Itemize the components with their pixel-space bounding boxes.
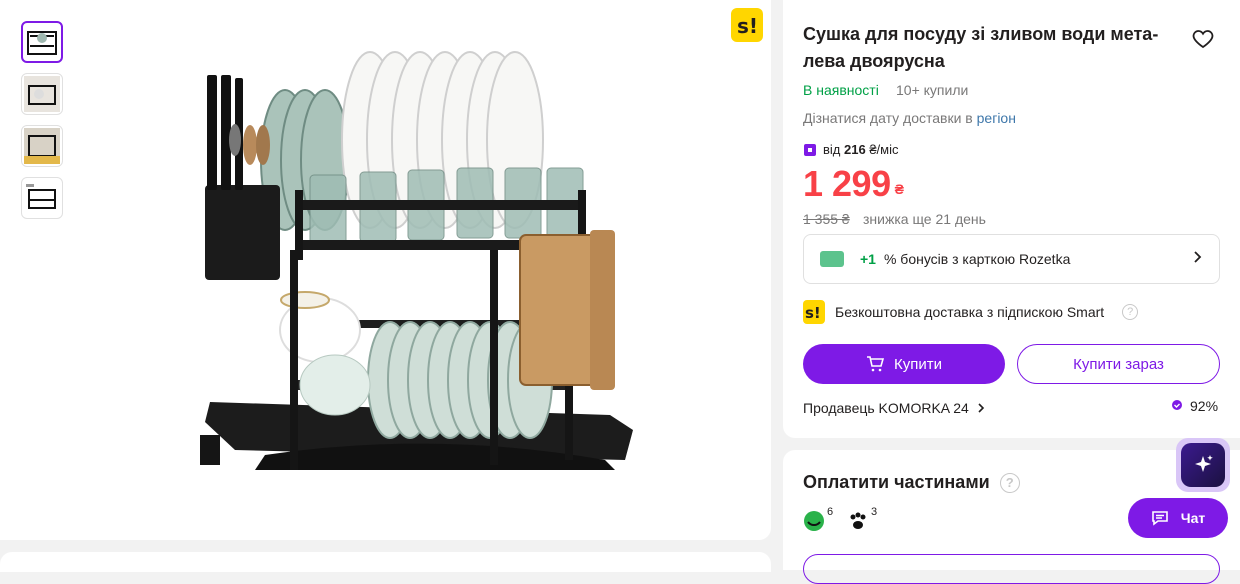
- product-info-card: Сушка для посуду зі зливом води мета-лев…: [783, 0, 1240, 438]
- credit-amount: 216: [844, 142, 866, 157]
- bought-count: 10+ купили: [896, 82, 969, 98]
- seller-rating: 92%: [1170, 398, 1218, 414]
- thumbnail-3[interactable]: [21, 125, 63, 167]
- rating-value: 92%: [1190, 398, 1219, 414]
- svg-text:s!: s!: [737, 14, 758, 38]
- chat-button[interactable]: Чат: [1128, 498, 1228, 538]
- badge-icon: [804, 143, 816, 156]
- seller-label: Продавець KOMORKA 24: [803, 400, 969, 416]
- svg-text:s!: s!: [805, 304, 821, 322]
- buy-button[interactable]: Купити: [803, 344, 1005, 384]
- price-value: 1 299: [803, 163, 891, 204]
- delivery-info: Дізнатися дату доставки в регіон: [803, 110, 1016, 126]
- bank-option-1[interactable]: 6: [803, 506, 833, 532]
- sparkle-icon: [1181, 443, 1225, 487]
- availability-status: В наявності: [803, 82, 879, 98]
- bank-count: 3: [871, 506, 878, 518]
- smart-logo-icon: s!: [803, 300, 825, 324]
- ai-assistant-button[interactable]: [1176, 438, 1230, 492]
- product-gallery: s!: [0, 0, 771, 540]
- credit-offer[interactable]: від 216 ₴/міс: [803, 142, 898, 157]
- description-card-edge: [0, 552, 771, 572]
- cart-icon: [867, 356, 884, 372]
- chevron-right-icon: [1193, 250, 1203, 269]
- card-icon: [820, 251, 844, 267]
- price-currency: ₴: [894, 181, 904, 197]
- thumbnail-1[interactable]: [21, 21, 63, 63]
- thumbnail-2[interactable]: [21, 73, 63, 115]
- discount-text: знижка ще 21 день: [863, 211, 986, 227]
- seller-link[interactable]: Продавець KOMORKA 24: [803, 400, 985, 416]
- credit-prefix: від: [823, 142, 844, 157]
- smart-text: Безкоштовна доставка з підпискою Smart: [835, 304, 1105, 320]
- old-price: 1 355 ₴: [803, 211, 850, 227]
- chevron-right-icon: [978, 403, 984, 413]
- installment-title: Оплатити частинами ?: [803, 472, 1020, 493]
- thumbnail-4[interactable]: [21, 177, 63, 219]
- help-icon[interactable]: ?: [999, 472, 1020, 493]
- smart-delivery: s! Безкоштовна доставка з підпискою Smar…: [803, 300, 1139, 324]
- smart-logo-icon: s!: [731, 8, 763, 42]
- bonus-card-offer[interactable]: +1 % бонусів з карткою Rozetka: [803, 234, 1220, 284]
- thumbnail-list: [21, 21, 63, 219]
- bank-logo-icon: [804, 511, 824, 531]
- paw-icon: [850, 512, 866, 529]
- buy-label: Купити: [894, 355, 942, 373]
- region-link[interactable]: регіон: [977, 110, 1016, 126]
- product-main-image[interactable]: [195, 50, 640, 505]
- installment-button[interactable]: [803, 554, 1220, 584]
- installment-title-text: Оплатити частинами: [803, 472, 990, 492]
- chat-label: Чат: [1180, 510, 1206, 526]
- product-title: Сушка для посуду зі зливом води мета-лев…: [803, 24, 1159, 71]
- buy-now-button[interactable]: Купити зараз: [1017, 344, 1220, 384]
- delivery-text: Дізнатися дату доставки в: [803, 110, 977, 126]
- heart-icon[interactable]: [1191, 27, 1215, 51]
- chat-icon: [1151, 511, 1168, 526]
- bonus-plus: +1: [860, 251, 876, 267]
- credit-suffix: ₴/міс: [865, 142, 899, 157]
- bonus-text: % бонусів з карткою Rozetka: [883, 251, 1071, 267]
- bank-option-2[interactable]: 3: [847, 506, 877, 532]
- bank-count: 6: [827, 506, 834, 518]
- badge-icon: [1172, 400, 1182, 410]
- help-icon[interactable]: ?: [1122, 304, 1139, 320]
- current-price: 1 299 ₴: [803, 163, 904, 205]
